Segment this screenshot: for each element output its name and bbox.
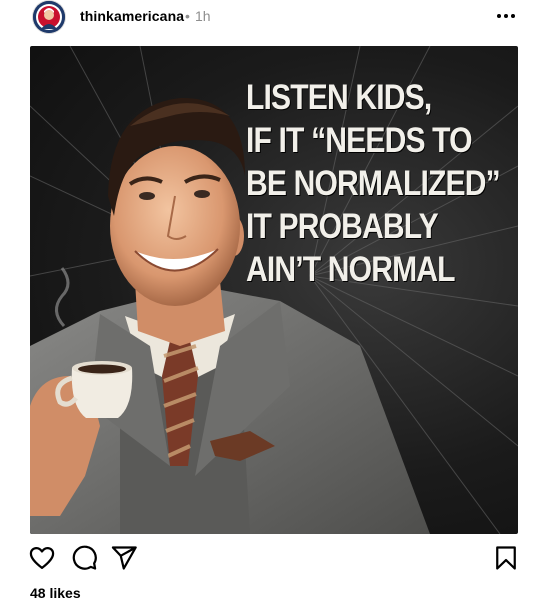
save-button[interactable] <box>492 544 520 572</box>
bookmark-icon <box>496 546 516 570</box>
more-horizontal-icon <box>497 14 515 18</box>
comment-button[interactable] <box>70 544 98 572</box>
avatar[interactable] <box>33 1 65 33</box>
separator-dot: • <box>185 8 190 24</box>
instagram-post: thinkamericana • 1h LISTEN KIDS, IF IT “… <box>0 0 551 603</box>
more-options-button[interactable] <box>494 6 518 26</box>
meme-line-4: IT PROBABLY <box>246 207 439 246</box>
meme-line-1: LISTEN KIDS, <box>246 78 432 117</box>
likes-count[interactable]: 48 likes <box>30 585 81 601</box>
avatar-image <box>33 1 65 33</box>
post-timestamp: 1h <box>195 8 211 24</box>
post-image[interactable]: LISTEN KIDS, IF IT “NEEDS TO BE NORMALIZ… <box>30 46 518 534</box>
username[interactable]: thinkamericana <box>80 8 184 24</box>
share-button[interactable] <box>110 544 138 572</box>
heart-icon <box>29 546 55 570</box>
like-button[interactable] <box>28 544 56 572</box>
post-header: thinkamericana • 1h <box>0 0 551 36</box>
post-actions <box>0 544 551 576</box>
comment-icon <box>72 545 97 570</box>
meme-caption: LISTEN KIDS, IF IT “NEEDS TO BE NORMALIZ… <box>246 76 501 291</box>
meme-line-3: BE NORMALIZED” <box>246 164 501 203</box>
meme-line-2: IF IT “NEEDS TO <box>246 121 473 160</box>
share-icon <box>111 546 137 570</box>
meme-line-5: AIN’T NORMAL <box>246 250 456 289</box>
